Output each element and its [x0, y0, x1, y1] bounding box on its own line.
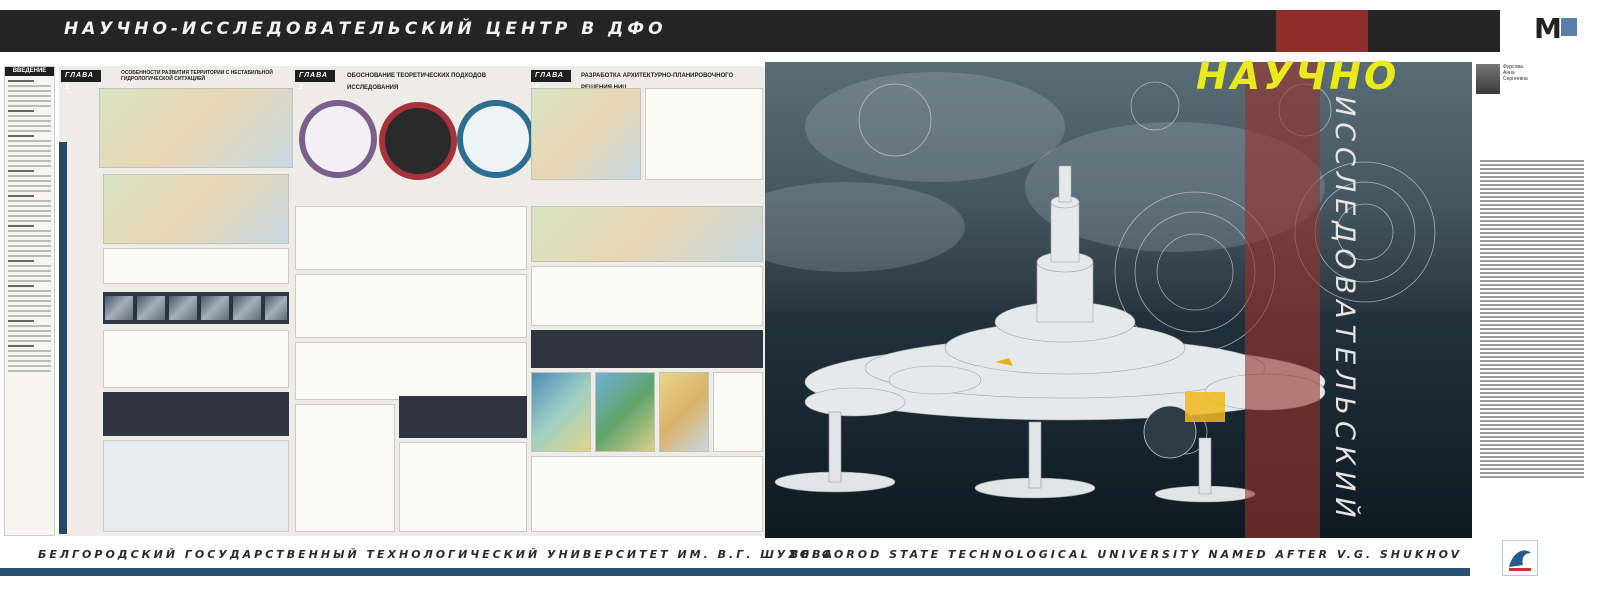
chapter-2-circle-diagram: [457, 100, 535, 178]
title-red-band: [1245, 62, 1320, 538]
chapter-1-photo: [201, 296, 229, 320]
chapter-1-region-map: [99, 88, 293, 168]
author-name: Фурсова Анна Сергеевна: [1503, 64, 1528, 82]
author-column: Фурсова Анна Сергеевна: [1476, 62, 1596, 538]
logo-letter: М: [1534, 12, 1562, 45]
footer-university-ru: БЕЛГОРОДСКИЙ ГОСУДАРСТВЕННЫЙ ТЕХНОЛОГИЧЕ…: [38, 548, 836, 561]
chapter-2-table-block: [295, 206, 527, 270]
chapter-3-photo-strip: [531, 330, 763, 368]
chapter-3-coast-map: [595, 372, 655, 452]
chapter-3-bathymetry-map: [531, 372, 591, 452]
footer-bar: [0, 568, 1470, 576]
chapter-2-dark-panel: [399, 396, 527, 438]
chapter-2-circle-diagram: [299, 100, 377, 178]
intro-heading: ВВЕДЕНИЕ: [5, 67, 54, 76]
chapter-1-photo: [137, 296, 165, 320]
chapter-1-photo: [105, 296, 133, 320]
chapter-3-diagram-block: [531, 266, 763, 326]
chapter-2-stats-block: [295, 404, 395, 532]
chapter-3-title: РАЗРАБОТКА АРХИТЕКТУРНО-ПЛАНИРОВОЧНОГО Р…: [581, 73, 734, 91]
chapter-3-label: ГЛАВА 3: [531, 70, 571, 91]
emblem-icon: [1509, 550, 1531, 571]
render-vertical-word: ИССЛЕДОВАТЕЛЬСКИЙ: [1329, 96, 1360, 524]
chapter-3-table-block: [645, 88, 763, 180]
university-emblem: [1502, 540, 1538, 576]
header-accent-block: [1276, 10, 1368, 52]
research-center-drawing: [774, 81, 1436, 503]
chapter-1-side-strip: [59, 142, 67, 534]
page-title: НАУЧНО-ИССЛЕДОВАТЕЛЬСКИЙ ЦЕНТР В ДФО: [64, 19, 667, 39]
chapter-1-render-strip: [103, 392, 289, 436]
chapter-1-photo: [265, 296, 287, 320]
chapter-1-diagram-block: [103, 330, 289, 388]
main-render: [765, 62, 1472, 538]
chapter-2-title: ОБОСНОВАНИЕ ТЕОРЕТИЧЕСКИХ ПОДХОДОВ ИССЛЕ…: [347, 73, 487, 91]
intro-text: [5, 76, 54, 379]
author-description-text: [1480, 160, 1584, 480]
chapter-1-route-map: [103, 174, 289, 244]
chapter-3-zoning-map: [531, 206, 763, 262]
chapters-panel: ГЛАВА 1 ОСОБЕННОСТИ РАЗВИТИЯ ТЕРРИТОРИИ …: [59, 66, 765, 536]
chapter-1-photo: [169, 296, 197, 320]
chapter-1-photo: [233, 296, 261, 320]
chapter-2-scheme-block: [295, 274, 527, 338]
chapter-3-climate-map: [659, 372, 709, 452]
render-title-word: НАУЧНО: [1196, 54, 1400, 98]
chapter-2-label: ГЛАВА 2: [295, 70, 335, 91]
chapter-2-circle-diagram: [379, 102, 457, 180]
chapter-1-analysis-block: [103, 248, 289, 284]
chapter-2-icons-block: [295, 342, 527, 400]
chapter-1-section-block: [103, 440, 289, 532]
author-patronymic: Сергеевна: [1503, 76, 1528, 82]
author-photo: [1476, 64, 1500, 94]
chapter-1-label: ГЛАВА 1: [61, 70, 101, 91]
chapter-3-graph-block: [531, 456, 763, 532]
chapter-1-title: ОСОБЕННОСТИ РАЗВИТИЯ ТЕРРИТОРИИ С НЕСТАБ…: [121, 70, 273, 82]
footer-university-en: BELGOROD STATE TECHNOLOGICAL UNIVERSITY …: [790, 548, 1463, 561]
chapter-3-plan-block: [713, 372, 763, 452]
logo-square: [1561, 18, 1577, 36]
intro-panel: ВВЕДЕНИЕ: [4, 66, 55, 536]
chapter-2-detail-block: [399, 442, 527, 532]
chapter-3-site-map: [531, 88, 641, 180]
